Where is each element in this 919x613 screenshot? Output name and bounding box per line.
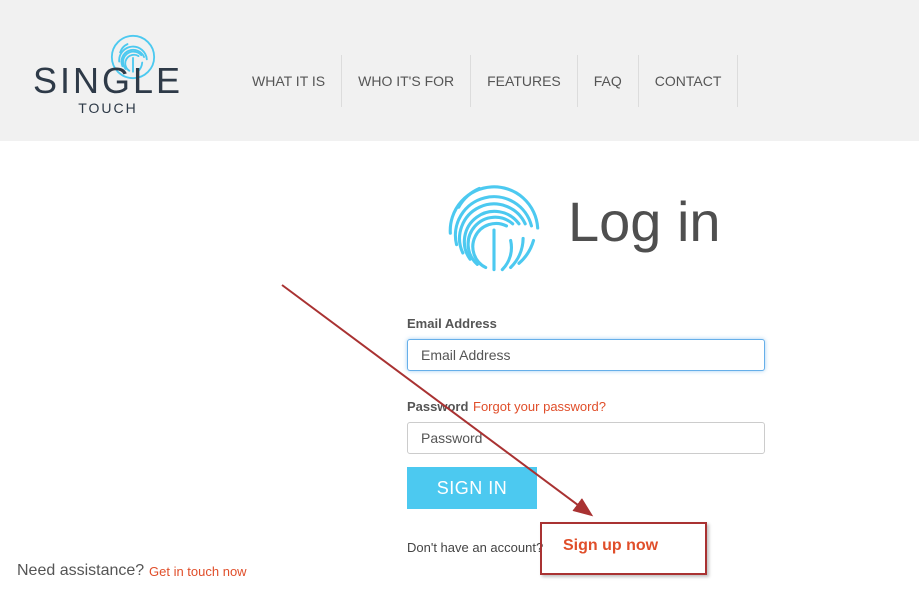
nav-item-who-its-for[interactable]: WHO IT'S FOR xyxy=(342,55,472,107)
page-title: Log in xyxy=(568,190,721,253)
password-field[interactable] xyxy=(407,422,765,454)
logo-subtitle: TOUCH xyxy=(78,100,138,116)
nav-item-what-it-is[interactable]: WHAT IT IS xyxy=(236,55,343,107)
email-field[interactable] xyxy=(407,339,765,371)
get-in-touch-link[interactable]: Get in touch now xyxy=(149,564,247,579)
forgot-password-link[interactable]: Forgot your password? xyxy=(473,399,606,414)
logo-wordmark: SINGLE xyxy=(32,60,184,101)
nav-item-faq[interactable]: FAQ xyxy=(578,55,639,107)
annotation-highlight-box xyxy=(540,522,707,575)
password-label: Password xyxy=(407,399,469,414)
assistance-text: Need assistance? xyxy=(17,562,145,579)
nav-item-features[interactable]: FEATURES xyxy=(471,55,578,107)
site-logo[interactable]: SINGLE TOUCH xyxy=(28,16,188,120)
site-header: SINGLE TOUCH WHAT IT IS WHO IT'S FOR FEA… xyxy=(0,0,919,141)
fingerprint-icon xyxy=(448,185,540,272)
no-account-text: Don't have an account? xyxy=(407,540,544,555)
nav-item-contact[interactable]: CONTACT xyxy=(639,55,739,107)
email-label: Email Address xyxy=(407,316,497,331)
main-nav: WHAT IT IS WHO IT'S FOR FEATURES FAQ CON… xyxy=(236,55,739,107)
sign-in-button[interactable]: SIGN IN xyxy=(407,467,537,509)
